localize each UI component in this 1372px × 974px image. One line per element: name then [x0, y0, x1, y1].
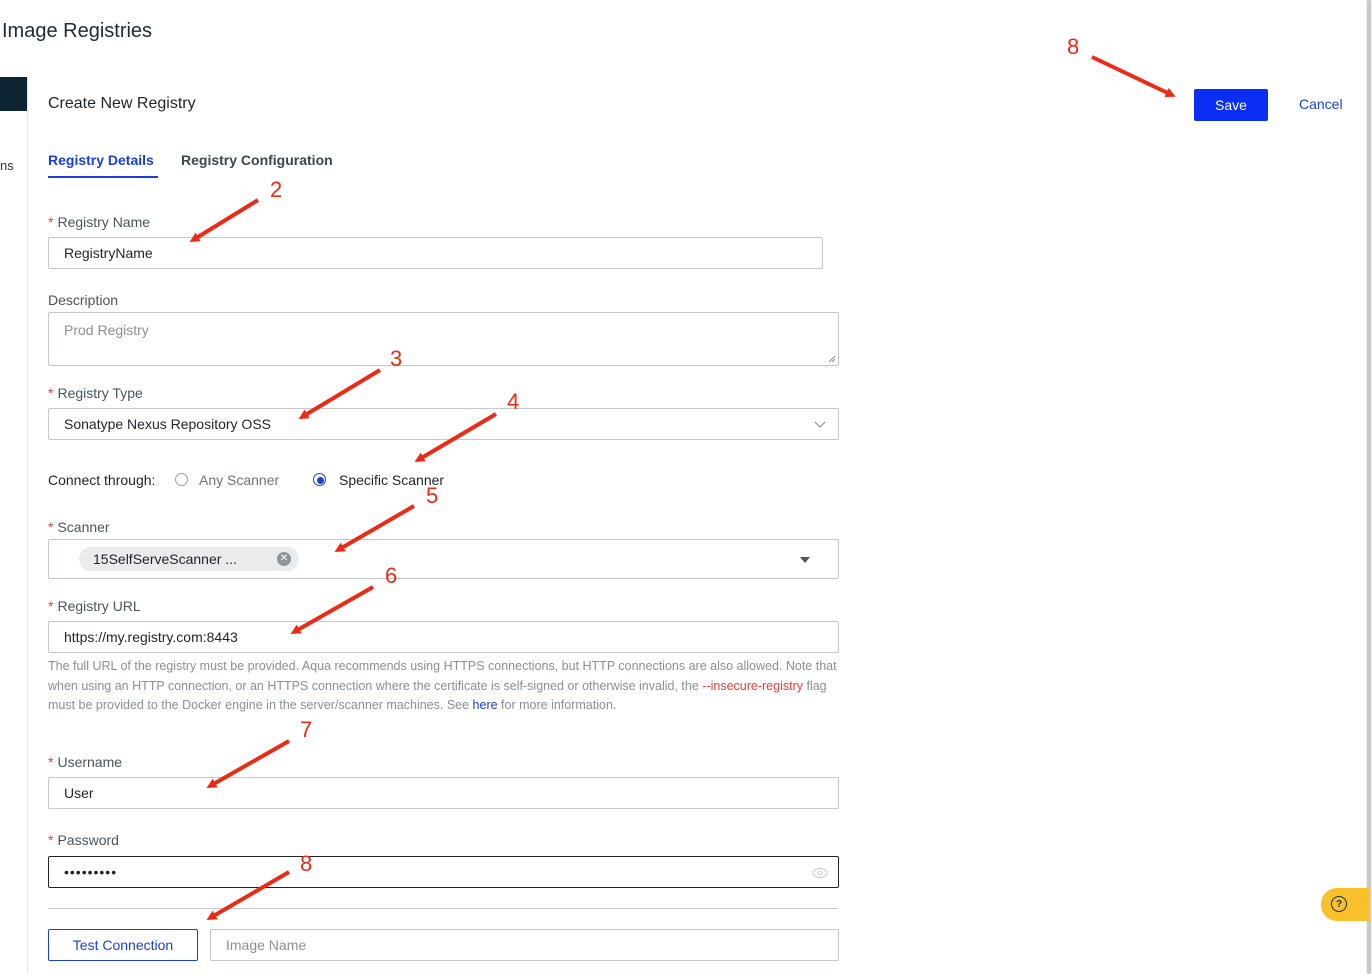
annotation-number: 8 [300, 851, 313, 876]
panel-divider [27, 77, 28, 974]
specific-scanner-radio[interactable] [313, 473, 326, 486]
username-input[interactable]: User [48, 777, 839, 809]
scrollbar-thumb[interactable] [1367, 0, 1371, 974]
description-placeholder: Prod Registry [64, 322, 149, 338]
description-label: Description [48, 292, 119, 308]
registry-type-value: Sonatype Nexus Repository OSS [64, 416, 271, 432]
help-here-link[interactable]: here [473, 698, 498, 712]
eye-icon[interactable] [812, 867, 828, 879]
annotation-arrow [189, 198, 260, 243]
annotation-number: 7 [300, 717, 313, 742]
caret-down-icon [800, 557, 810, 563]
scanner-chip[interactable]: 15SelfServeScanner ... ✕ [79, 547, 299, 571]
sidebar-active-item[interactable] [0, 77, 27, 111]
registry-name-value: RegistryName [64, 245, 153, 261]
close-circle-icon[interactable]: ✕ [277, 552, 291, 566]
scanner-label: * Scanner [48, 519, 110, 535]
registry-url-help: The full URL of the registry must be pro… [48, 659, 837, 712]
question-circle-icon: ? [1331, 896, 1347, 912]
scanner-chip-label: 15SelfServeScanner ... [93, 551, 237, 567]
annotation-number: 6 [385, 563, 398, 588]
annotation-number: 2 [270, 177, 283, 202]
image-name-input[interactable]: Image Name [210, 929, 839, 961]
registry-url-value: https://my.registry.com:8443 [64, 629, 238, 645]
registry-url-label: * Registry URL [48, 598, 141, 614]
test-connection-button[interactable]: Test Connection [48, 929, 198, 961]
connect-through-label: Connect through: [48, 472, 156, 488]
registry-type-label: * Registry Type [48, 385, 143, 401]
required-mark: * [48, 214, 54, 230]
image-name-placeholder: Image Name [226, 937, 307, 953]
sidebar-item-label[interactable]: ns [0, 158, 14, 173]
annotation-number: 3 [390, 346, 403, 371]
annotation-number: 4 [507, 389, 520, 414]
description-textarea[interactable]: Prod Registry [48, 312, 839, 366]
annotation-number: 5 [426, 483, 439, 508]
save-button[interactable]: Save [1194, 89, 1268, 121]
section-divider [48, 908, 838, 909]
scrollbar[interactable] [1366, 0, 1372, 974]
cancel-button[interactable]: Cancel [1299, 96, 1343, 112]
tab-registry-configuration[interactable]: Registry Configuration [181, 152, 333, 168]
page-title: Image Registries [2, 20, 153, 42]
resize-handle-icon[interactable] [828, 355, 836, 363]
active-tab-indicator [48, 176, 158, 178]
annotation-number: 8 [1067, 34, 1080, 59]
form-title: Create New Registry [48, 95, 196, 112]
password-label: * Password [48, 832, 119, 848]
registry-url-input[interactable]: https://my.registry.com:8443 [48, 621, 839, 653]
any-scanner-radio[interactable] [175, 473, 188, 486]
insecure-registry-flag: --insecure-registry [702, 678, 803, 693]
any-scanner-label[interactable]: Any Scanner [199, 472, 279, 488]
chevron-down-icon [814, 421, 826, 428]
username-value: User [64, 785, 94, 801]
registry-type-select[interactable]: Sonatype Nexus Repository OSS [48, 408, 839, 440]
registry-name-input[interactable]: RegistryName [48, 237, 823, 269]
password-value: ••••••••• [64, 864, 118, 880]
password-input[interactable]: ••••••••• [48, 856, 839, 888]
annotation-arrow [1091, 55, 1176, 97]
help-widget[interactable]: ? [1321, 888, 1369, 921]
tab-registry-details[interactable]: Registry Details [48, 152, 154, 168]
username-label: * Username [48, 754, 123, 770]
registry-name-label: * Registry Name [48, 214, 151, 230]
